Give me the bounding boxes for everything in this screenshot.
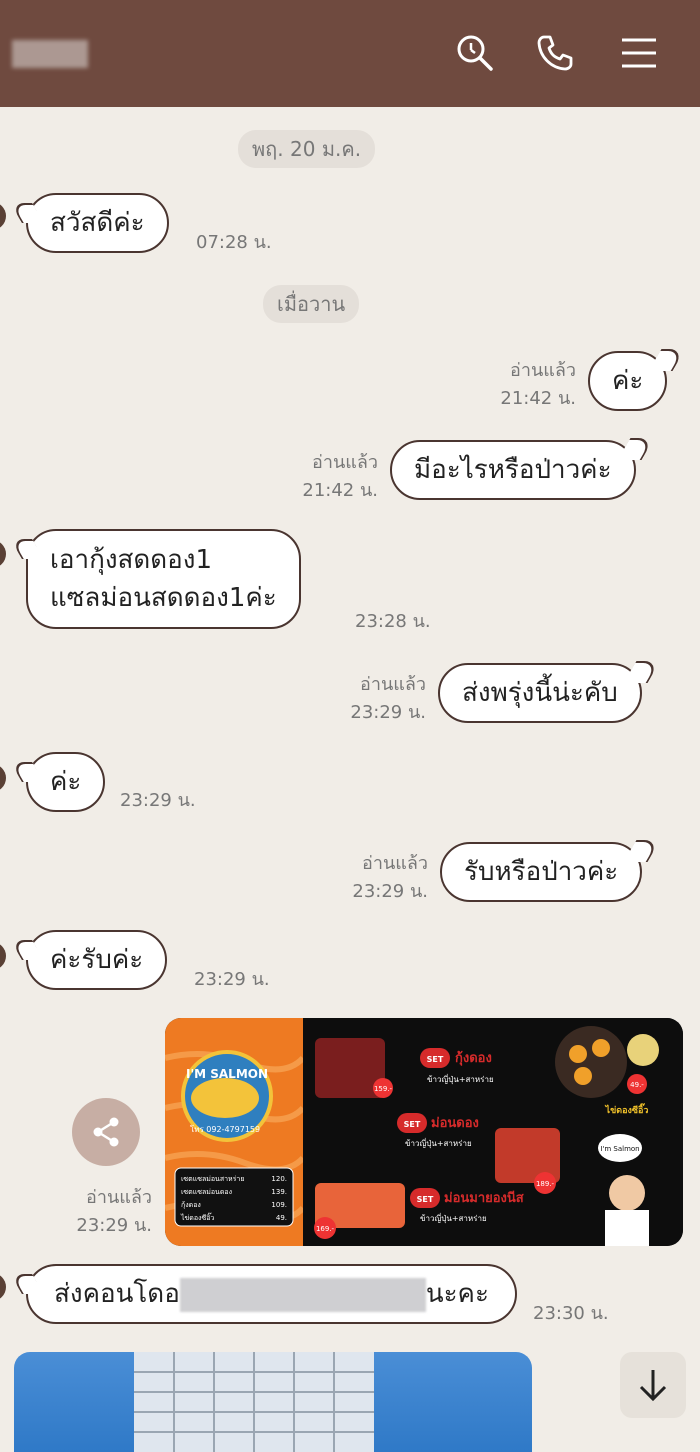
- svg-text:I'm Salmon: I'm Salmon: [600, 1145, 639, 1153]
- svg-text:SET: SET: [404, 1120, 421, 1129]
- read-receipt: อ่านแล้ว: [360, 674, 426, 695]
- share-icon: [93, 1117, 119, 1147]
- svg-text:ข้าวญี่ปุ่น+สาหร่าย: ข้าวญี่ปุ่น+สาหร่าย: [427, 1073, 494, 1084]
- building-image[interactable]: [14, 1352, 532, 1452]
- menu-image[interactable]: I'M SALMON โทร 092-4797159 เซตแซลม่อนสาห…: [165, 1018, 683, 1246]
- svg-text:ไข่ดองซีอิ๊ว: ไข่ดองซีอิ๊ว: [180, 1212, 214, 1222]
- avatar[interactable]: [0, 202, 6, 230]
- svg-text:159.-: 159.-: [374, 1085, 393, 1093]
- message-line: แซลม่อนสดดอง1ค่ะ: [50, 583, 277, 613]
- chat-header: [0, 0, 700, 107]
- svg-text:ม่อนดอง: ม่อนดอง: [431, 1116, 479, 1131]
- arrow-down-icon: [639, 1370, 667, 1402]
- read-receipt: อ่านแล้ว: [362, 853, 428, 874]
- menu-icon[interactable]: [614, 28, 664, 78]
- svg-text:เซตแซลม่อนสาหร่าย: เซตแซลม่อนสาหร่าย: [181, 1175, 244, 1183]
- share-button[interactable]: [72, 1098, 140, 1166]
- svg-text:49.: 49.: [276, 1214, 287, 1222]
- message-line: เอากุ้งสดดอง1: [50, 545, 213, 575]
- message-bubble[interactable]: ค่ะรับค่ะ: [26, 930, 168, 990]
- date-separator: พฤ. 20 ม.ค.: [238, 130, 376, 168]
- svg-text:189.-: 189.-: [536, 1180, 555, 1188]
- read-receipt: อ่านแล้ว: [86, 1187, 152, 1208]
- avatar[interactable]: [0, 764, 6, 792]
- message-bubble[interactable]: ค่ะ: [26, 752, 106, 812]
- message-time: 23:29 น.: [194, 969, 270, 990]
- phone-icon[interactable]: [530, 28, 580, 78]
- chat-area[interactable]: พฤ. 20 ม.ค. สวัสดีค่ะ 07:28 น. เมื่อวาน …: [0, 107, 700, 1452]
- read-receipt: อ่านแล้ว: [312, 452, 378, 473]
- avatar[interactable]: [0, 1273, 6, 1301]
- message-bubble[interactable]: รับหรือป่าวค่ะ: [440, 842, 643, 902]
- svg-text:120.: 120.: [271, 1175, 287, 1183]
- message-time: 23:29 น.: [76, 1215, 152, 1236]
- svg-text:กุ้งดอง: กุ้งดอง: [455, 1050, 492, 1066]
- read-receipt: อ่านแล้ว: [510, 360, 576, 381]
- message-time: 23:30 น.: [533, 1303, 609, 1324]
- avatar[interactable]: [0, 942, 6, 970]
- avatar[interactable]: [0, 540, 6, 568]
- message-bubble[interactable]: ส่งพรุ่งนี้น่ะคับ: [438, 663, 642, 723]
- logo-text: I'M SALMON: [186, 1067, 268, 1081]
- svg-text:ข้าวญี่ปุ่น+สาหร่าย: ข้าวญี่ปุ่น+สาหร่าย: [420, 1212, 487, 1223]
- message-text-end: นะคะ: [425, 1279, 489, 1309]
- message-bubble[interactable]: ส่งคอนโดอ นะคะ: [26, 1264, 517, 1324]
- date-separator: เมื่อวาน: [263, 285, 360, 323]
- message-text-start: ส่งคอนโดอ: [54, 1279, 180, 1309]
- message-bubble[interactable]: ค่ะ: [588, 351, 668, 411]
- message-time: 21:42 น.: [302, 480, 378, 501]
- message-time: 23:29 น.: [120, 790, 196, 811]
- svg-text:ข้าวญี่ปุ่น+สาหร่าย: ข้าวญี่ปุ่น+สาหร่าย: [405, 1137, 472, 1148]
- svg-text:49.-: 49.-: [630, 1081, 644, 1089]
- message-time: 07:28 น.: [196, 232, 272, 253]
- svg-text:139.: 139.: [271, 1188, 287, 1196]
- svg-text:SET: SET: [417, 1195, 434, 1204]
- svg-text:SET: SET: [427, 1055, 444, 1064]
- contact-name-blurred[interactable]: [12, 40, 88, 68]
- message-time: 21:42 น.: [500, 388, 576, 409]
- svg-text:ม่อนมายองนีส: ม่อนมายองนีส: [444, 1190, 524, 1206]
- svg-text:109.: 109.: [271, 1201, 287, 1209]
- message-time: 23:29 น.: [350, 702, 426, 723]
- logo-phone: โทร 092-4797159: [190, 1124, 260, 1134]
- message-bubble[interactable]: มีอะไรหรือป่าวค่ะ: [390, 440, 636, 500]
- message-bubble[interactable]: สวัสดีค่ะ: [26, 193, 169, 253]
- svg-text:169.-: 169.-: [316, 1225, 335, 1233]
- scroll-down-button[interactable]: [620, 1352, 686, 1418]
- message-time: 23:28 น.: [355, 611, 431, 632]
- message-bubble-multiline[interactable]: เอากุ้งสดดอง1 แซลม่อนสดดอง1ค่ะ: [26, 529, 301, 629]
- message-time: 23:29 น.: [352, 881, 428, 902]
- redacted-text: [179, 1277, 426, 1312]
- svg-text:กุ้งดอง: กุ้งดอง: [181, 1201, 201, 1209]
- svg-text:เซตแซลม่อนดอง: เซตแซลม่อนดอง: [181, 1188, 232, 1196]
- search-icon[interactable]: [450, 28, 500, 78]
